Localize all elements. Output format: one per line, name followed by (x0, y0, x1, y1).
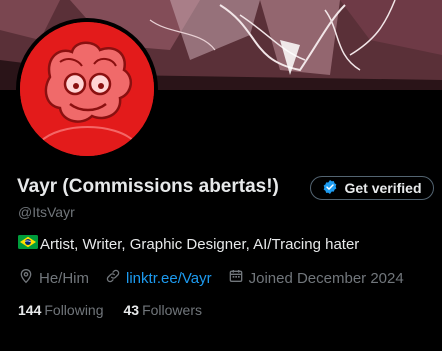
following-link[interactable]: 144 Following (18, 302, 104, 318)
pronouns-text: He/Him (39, 269, 90, 287)
verified-badge-icon (322, 179, 338, 198)
follow-counts: 144 Following 43 Followers (18, 302, 202, 318)
joined-item: Joined December 2024 (228, 268, 404, 288)
following-label: Following (44, 302, 104, 318)
get-verified-label: Get verified (344, 180, 422, 196)
joined-text: Joined December 2024 (248, 269, 404, 287)
link-icon (105, 268, 121, 288)
location-icon (18, 268, 34, 288)
bio-text: Artist, Writer, Graphic Designer, AI/Tra… (40, 235, 360, 253)
profile-meta: He/Him linktr.ee/Vayr Joined December 20… (18, 268, 404, 288)
avatar-character-icon (20, 22, 154, 156)
followers-label: Followers (142, 302, 202, 318)
pronouns-item: He/Him (18, 268, 89, 288)
user-handle: @ItsVayr (18, 204, 75, 220)
display-name: Vayr (Commissions abertas!) (17, 176, 279, 197)
brazil-flag-icon (18, 235, 38, 253)
followers-link[interactable]: 43 Followers (124, 302, 202, 318)
avatar-image (20, 22, 154, 156)
website-link[interactable]: linktr.ee/Vayr (126, 270, 212, 287)
calendar-icon (228, 268, 244, 288)
name-row: Vayr (Commissions abertas!) (17, 176, 279, 198)
avatar[interactable] (16, 18, 158, 160)
following-count: 144 (18, 302, 42, 318)
get-verified-button[interactable]: Get verified (310, 176, 434, 200)
website-item[interactable]: linktr.ee/Vayr (105, 268, 212, 288)
bio: Artist, Writer, Graphic Designer, AI/Tra… (18, 235, 359, 253)
followers-count: 43 (123, 302, 140, 318)
